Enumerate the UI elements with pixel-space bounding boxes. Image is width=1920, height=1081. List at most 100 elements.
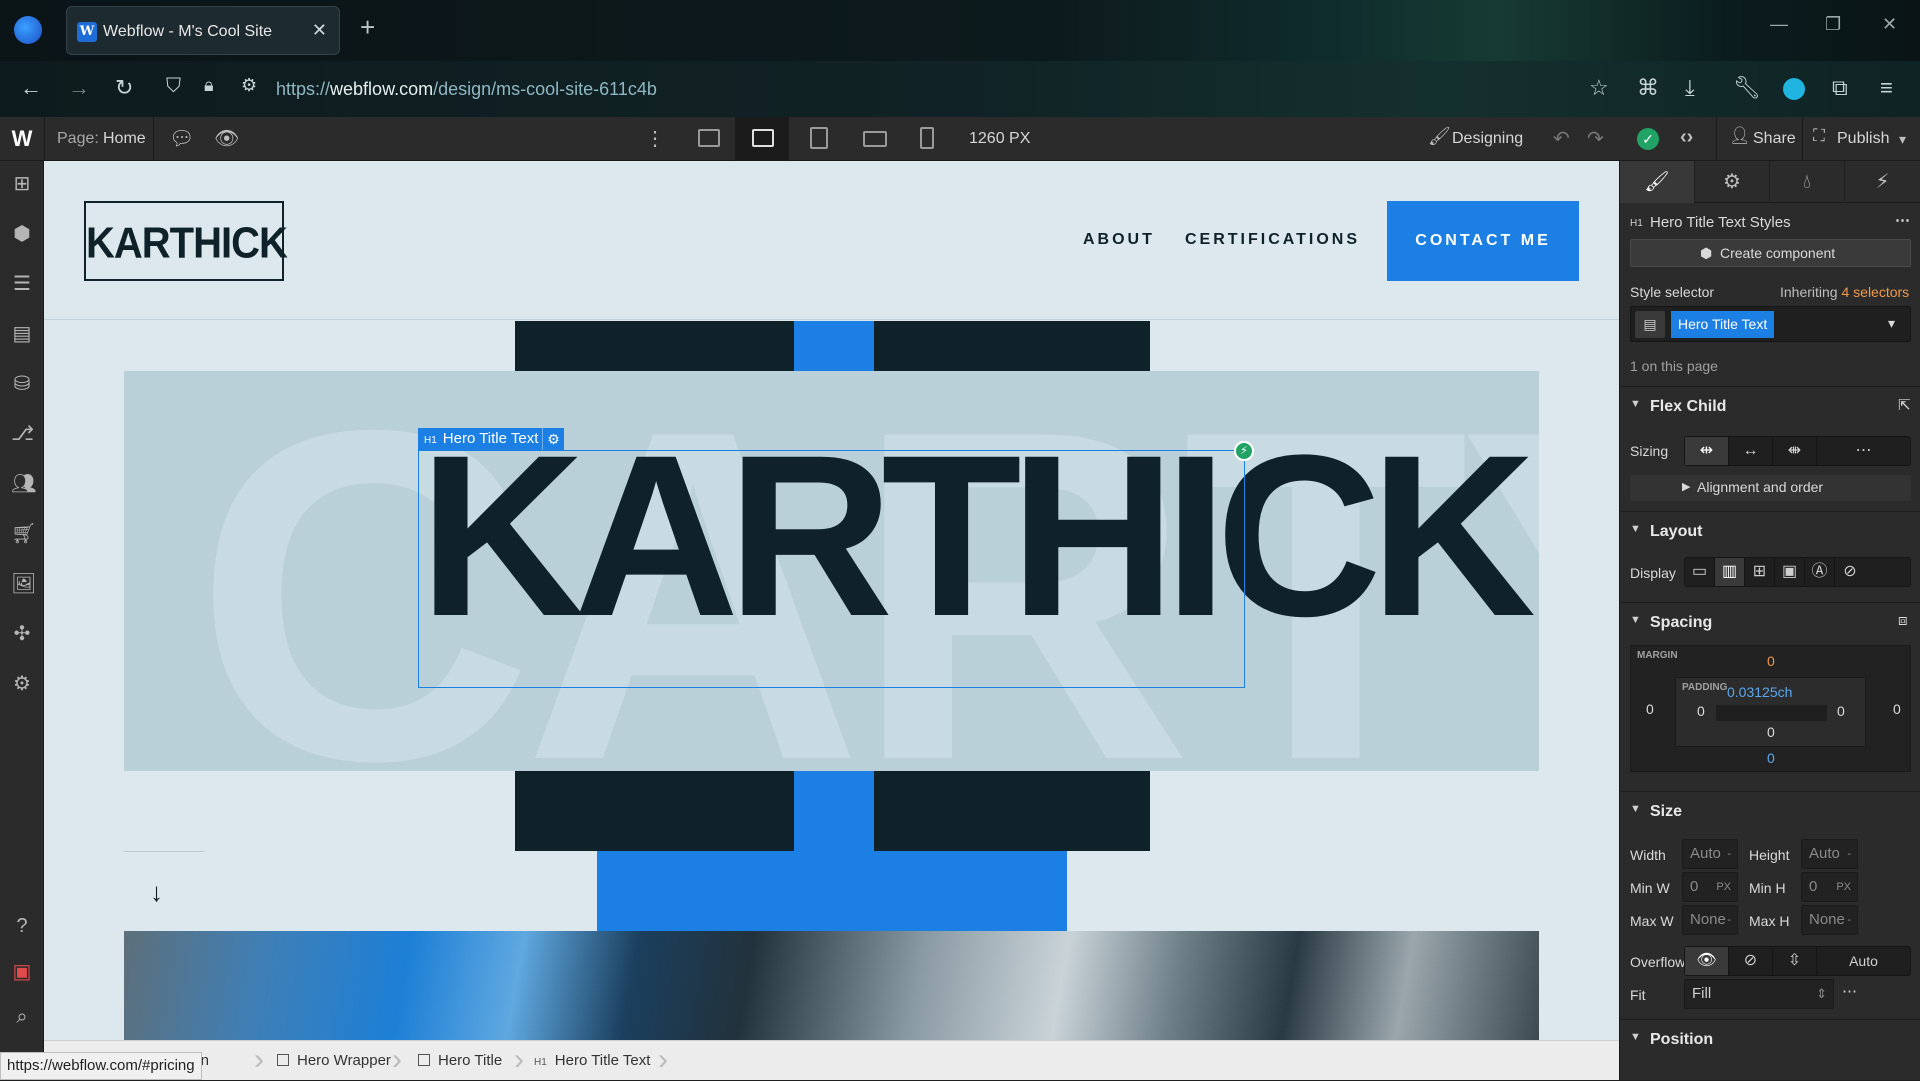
more-options-icon[interactable]: ⋯ [1895, 211, 1910, 229]
nav-link-about[interactable]: ABOUT [1083, 231, 1155, 249]
lock-icon[interactable]: 🔒︎ [204, 75, 214, 96]
selector-chip[interactable]: Hero Title Text [1671, 311, 1775, 338]
margin-right-value[interactable]: 0 [1893, 701, 1901, 717]
canvas-width-readout[interactable]: 1260 PX [969, 130, 1030, 148]
code-export-icon[interactable]: ‹› [1680, 126, 1693, 149]
overflow-hidden-icon[interactable]: ⊘ [1729, 947, 1773, 975]
address-bar[interactable]: https://webflow.com/design/ms-cool-site-… [276, 79, 657, 100]
reload-icon[interactable]: ↻ [115, 75, 133, 101]
preview-eye-icon[interactable]: 👁︎ [214, 126, 239, 151]
shield-icon[interactable]: ⛉ [166, 75, 181, 98]
base-breakpoint-button[interactable] [735, 117, 789, 161]
share-button[interactable]: 👤︎ Share [1716, 117, 1802, 161]
create-component-button[interactable]: ⬢ Create component [1630, 239, 1911, 267]
apps-puzzle-icon[interactable]: ✣ [11, 623, 33, 645]
alignment-and-order-toggle[interactable]: ▶ Alignment and order [1630, 475, 1911, 501]
design-canvas[interactable]: KARTHICK ABOUT CERTIFICATIONS CONTACT ME… [44, 161, 1619, 1040]
assets-icon[interactable]: 🖼︎ [11, 573, 36, 595]
margin-bottom-value[interactable]: 0 [1767, 750, 1775, 766]
contact-me-button[interactable]: CONTACT ME [1387, 201, 1579, 281]
cms-icon[interactable]: ⛁ [11, 373, 33, 395]
section-size[interactable]: ▼ Size [1620, 791, 1920, 831]
download-icon[interactable]: ⤓ [1685, 75, 1695, 101]
menu-icon[interactable]: ≡ [1880, 75, 1893, 101]
firefox-icon[interactable] [14, 16, 42, 44]
breadcrumb-item-hero-wrapper[interactable]: Hero Wrapper [277, 1052, 391, 1069]
breadcrumb-item-hero-title-text[interactable]: H1 Hero Title Text [534, 1052, 650, 1069]
back-icon[interactable]: ← [20, 75, 42, 101]
display-inline-icon[interactable]: Ⓐ [1805, 558, 1835, 586]
padding-right-value[interactable]: 0 [1837, 703, 1845, 719]
nav-link-certifications[interactable]: CERTIFICATIONS [1185, 231, 1360, 249]
settings-gear-icon[interactable]: ⚙ [11, 673, 33, 695]
new-tab-button[interactable]: + [360, 12, 375, 43]
bookmark-star-icon[interactable]: ☆ [1589, 75, 1609, 101]
padding-top-value[interactable]: 0.03125ch [1727, 684, 1792, 700]
permissions-icon[interactable]: ⚙ [241, 75, 257, 96]
chevron-down-icon[interactable]: ▾ [1888, 315, 1895, 332]
scroll-down-arrow-icon[interactable]: ↓ [150, 877, 163, 908]
tab-style-brush-icon[interactable]: 🖌︎ [1620, 161, 1695, 203]
desktop-breakpoint-button[interactable] [681, 117, 735, 161]
close-window-icon[interactable]: ✕ [1882, 14, 1897, 35]
extension-icon[interactable]: ⌘ [1637, 75, 1659, 101]
overflow-auto-button[interactable]: Auto [1817, 947, 1910, 975]
sizing-none-icon[interactable]: ⇼ [1773, 437, 1817, 465]
comments-icon[interactable]: 💬︎ [169, 126, 194, 151]
mobile-landscape-button[interactable] [846, 117, 900, 161]
mode-switcher[interactable]: Designing [1452, 130, 1523, 148]
section-spacing[interactable]: ▼ Spacing ⧈ [1620, 602, 1920, 642]
padding-bottom-value[interactable]: 0 [1767, 724, 1775, 740]
site-logo[interactable]: KARTHICK [84, 201, 288, 281]
display-block-icon[interactable]: ▭ [1685, 558, 1715, 586]
section-flex-child[interactable]: ▼ Flex Child ⇱ [1620, 386, 1920, 426]
max-height-input[interactable]: None - [1801, 905, 1858, 935]
audit-check-icon[interactable]: ✓ [1637, 128, 1659, 150]
browser-tab[interactable]: W Webflow - M's Cool Site ✕ [66, 6, 340, 55]
close-tab-icon[interactable]: ✕ [312, 20, 327, 41]
sizing-grow-icon[interactable]: ↔ [1729, 437, 1773, 465]
tab-style-manager-drops-icon[interactable]: 💧︎ [1770, 161, 1845, 203]
overflow-scroll-icon[interactable]: ⇳ [1773, 947, 1817, 975]
sizing-shrink-icon[interactable]: ⇹ [1685, 437, 1729, 465]
spacing-presets-icon[interactable]: ⧈ [1898, 612, 1908, 629]
forward-icon[interactable]: → [68, 75, 90, 101]
breadcrumb-item-hero-title[interactable]: Hero Title [418, 1052, 502, 1069]
puzzle-icon[interactable]: ⧉ [1832, 75, 1848, 101]
min-width-input[interactable]: 0 PX [1682, 872, 1738, 902]
mobile-portrait-button[interactable] [900, 117, 954, 161]
display-flex-icon[interactable]: ▥ [1715, 558, 1745, 586]
undo-icon[interactable]: ↶ [1553, 126, 1570, 151]
add-elements-icon[interactable]: ⊞ [11, 173, 33, 195]
height-input[interactable]: Auto - [1801, 839, 1858, 869]
ecommerce-cart-icon[interactable]: 🛒︎ [11, 523, 36, 545]
max-width-input[interactable]: None - [1682, 905, 1738, 935]
object-fit-select[interactable]: Fill ⇕ [1684, 979, 1834, 1009]
expand-icon[interactable]: ⇱ [1898, 396, 1911, 414]
video-tutorial-icon[interactable]: ▣ [11, 961, 33, 983]
width-input[interactable]: Auto - [1682, 839, 1738, 869]
padding-left-value[interactable]: 0 [1697, 703, 1705, 719]
margin-left-value[interactable]: 0 [1646, 701, 1654, 717]
display-inline-block-icon[interactable]: ▣ [1775, 558, 1805, 586]
pages-icon[interactable]: ▤ [11, 323, 33, 345]
selection-label[interactable]: H1 Hero Title Text [418, 428, 545, 450]
search-icon[interactable]: ⌕ [11, 1006, 33, 1028]
selector-type-icon[interactable]: ▤ [1635, 311, 1665, 338]
page-switcher[interactable]: Page: Home [44, 117, 154, 161]
fit-more-icon[interactable]: ⋯ [1842, 982, 1857, 1000]
users-icon[interactable]: 👥︎ [11, 473, 36, 495]
tab-settings-gear-icon[interactable]: ⚙ [1695, 161, 1770, 203]
section-position[interactable]: ▼ Position [1620, 1019, 1920, 1059]
more-options-icon[interactable]: ⋮ [645, 126, 665, 151]
publish-button[interactable]: ⛶ Publish ▾ [1802, 117, 1920, 161]
section-layout[interactable]: ▼ Layout [1620, 511, 1920, 551]
sizing-more-icon[interactable]: ⋯ [1817, 437, 1910, 465]
profile-icon[interactable] [1783, 78, 1805, 100]
margin-top-value[interactable]: 0 [1767, 653, 1775, 669]
wrench-icon[interactable]: 🔧︎ [1733, 75, 1761, 101]
display-none-icon[interactable]: ⊘ [1835, 558, 1865, 586]
min-height-input[interactable]: 0 PX [1801, 872, 1858, 902]
inheriting-text[interactable]: Inheriting 4 selectors [1780, 284, 1909, 300]
selection-interaction-icon[interactable]: ⚡︎ [1234, 441, 1254, 461]
